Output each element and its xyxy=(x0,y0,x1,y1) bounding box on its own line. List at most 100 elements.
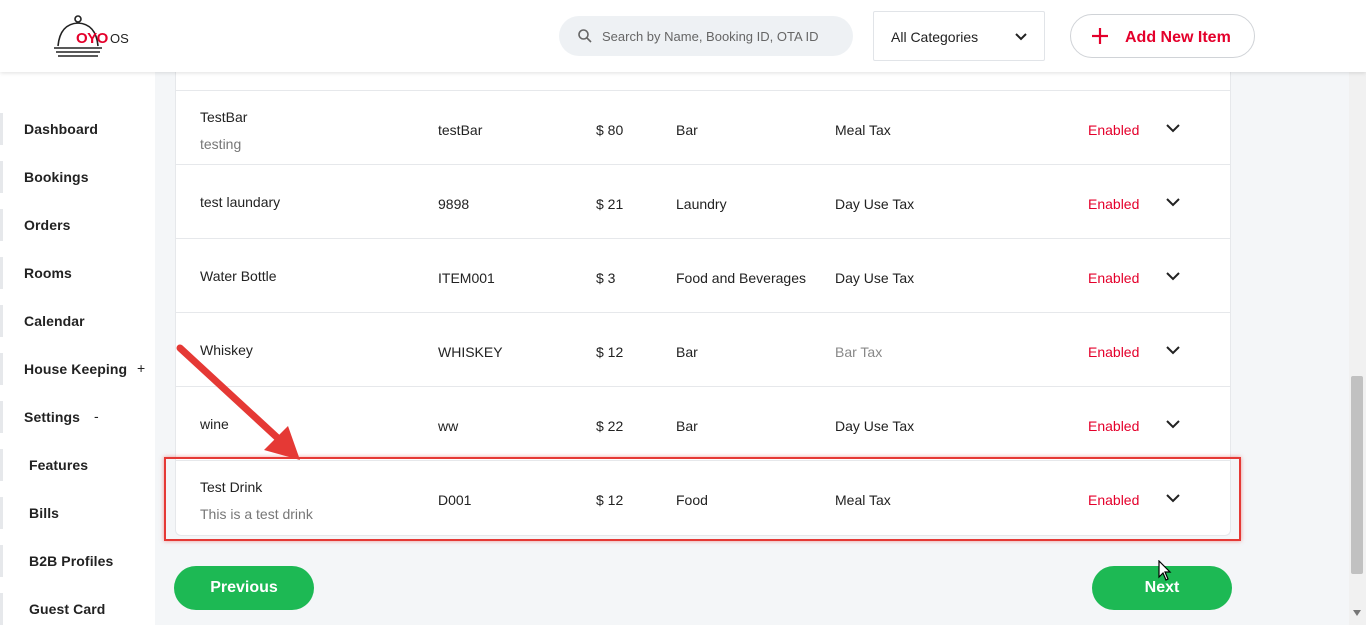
nav-marker xyxy=(0,161,3,193)
item-price: $ 12 xyxy=(596,492,624,508)
item-name: Whiskey xyxy=(200,342,253,358)
logo-suffix: OS xyxy=(110,31,129,46)
search-input[interactable] xyxy=(602,16,842,56)
item-price: $ 3 xyxy=(596,270,616,286)
nav-marker xyxy=(0,305,3,337)
sidebar-item-b2b-profiles[interactable]: B2B Profiles xyxy=(0,541,155,581)
sidebar: Dashboard Bookings Orders Rooms Calendar… xyxy=(0,72,155,625)
chevron-down-icon[interactable] xyxy=(1166,121,1180,135)
nav-marker xyxy=(0,497,3,529)
status-label: Enabled xyxy=(1088,270,1140,286)
sidebar-item-label: Rooms xyxy=(24,265,72,281)
item-name: Test Drink xyxy=(200,479,263,495)
item-tax: Day Use Tax xyxy=(835,418,915,434)
sidebar-item-settings[interactable]: Settings - xyxy=(0,397,155,437)
table-row[interactable]: Test Drink This is a test drink D001 $ 1… xyxy=(176,460,1230,534)
nav-marker xyxy=(0,209,3,241)
mouse-pointer-icon xyxy=(1158,560,1172,581)
nav-marker xyxy=(0,353,3,385)
item-category: Bar xyxy=(676,418,698,434)
sidebar-item-label: B2B Profiles xyxy=(29,553,114,569)
table-row[interactable]: TestBar testing testBar $ 80 Bar Meal Ta… xyxy=(176,90,1230,164)
item-tax: Meal Tax xyxy=(835,122,891,138)
scroll-down-arrow-icon[interactable] xyxy=(1353,610,1361,616)
item-price: $ 21 xyxy=(596,196,624,212)
item-code: D001 xyxy=(438,492,472,508)
vertical-scrollbar[interactable] xyxy=(1349,72,1366,625)
chevron-down-icon[interactable] xyxy=(1166,195,1180,209)
item-category: Bar xyxy=(676,122,698,138)
items-table: TestBar testing testBar $ 80 Bar Meal Ta… xyxy=(175,72,1231,536)
sidebar-item-label: Guest Card xyxy=(29,601,106,617)
status-label: Enabled xyxy=(1088,344,1140,360)
search-box[interactable] xyxy=(559,16,853,56)
sidebar-item-features[interactable]: Features xyxy=(0,445,155,485)
item-description: This is a test drink xyxy=(200,506,313,522)
chevron-down-icon[interactable] xyxy=(1166,491,1180,505)
item-name: Water Bottle xyxy=(200,268,277,284)
item-name: TestBar xyxy=(200,109,248,125)
table-row[interactable]: Whiskey WHISKEY $ 12 Bar Bar Tax Enabled xyxy=(176,312,1230,386)
sidebar-item-orders[interactable]: Orders xyxy=(0,205,155,245)
item-tax: Day Use Tax xyxy=(835,196,915,212)
sidebar-item-bills[interactable]: Bills xyxy=(0,493,155,533)
sidebar-item-label: Bookings xyxy=(24,169,89,185)
chevron-down-icon[interactable] xyxy=(1166,269,1180,283)
sidebar-item-label: Orders xyxy=(24,217,71,233)
item-code: ITEM001 xyxy=(438,270,495,286)
sidebar-item-guest-card[interactable]: Guest Card xyxy=(0,589,155,625)
item-price: $ 22 xyxy=(596,418,624,434)
sidebar-item-label: Features xyxy=(29,457,89,473)
previous-button[interactable]: Previous xyxy=(174,566,314,610)
sidebar-item-house-keeping[interactable]: House Keeping + xyxy=(0,349,155,389)
add-new-item-label: Add New Item xyxy=(1125,29,1231,46)
category-selected-label: All Categories xyxy=(891,29,979,45)
sidebar-item-rooms[interactable]: Rooms xyxy=(0,253,155,293)
nav-marker xyxy=(0,449,3,481)
add-new-item-button[interactable]: Add New Item xyxy=(1070,14,1255,58)
item-price: $ 80 xyxy=(596,122,624,138)
sidebar-item-label: Calendar xyxy=(24,313,85,329)
table-row[interactable]: Water Bottle ITEM001 $ 3 Food and Bevera… xyxy=(176,238,1230,312)
item-category: Food xyxy=(676,492,708,508)
sidebar-item-label: House Keeping xyxy=(24,361,128,377)
category-select[interactable]: All Categories xyxy=(873,11,1045,61)
item-tax: Day Use Tax xyxy=(835,270,915,286)
nav-marker xyxy=(0,113,3,145)
item-tax: Meal Tax xyxy=(835,492,891,508)
sidebar-item-label: Settings xyxy=(24,409,81,425)
status-label: Enabled xyxy=(1088,196,1140,212)
sidebar-item-dashboard[interactable]: Dashboard xyxy=(0,109,155,149)
chevron-down-icon[interactable] xyxy=(1166,417,1180,431)
item-category: Bar xyxy=(676,344,698,360)
sidebar-item-label: Dashboard xyxy=(24,121,99,137)
sidebar-item-label: Bills xyxy=(29,505,60,521)
oyo-os-logo[interactable]: OYO OS xyxy=(54,14,134,58)
nav-marker xyxy=(0,593,3,625)
item-category: Food and Beverages xyxy=(676,270,806,286)
chevron-down-icon[interactable] xyxy=(1166,343,1180,357)
nav-marker xyxy=(0,545,3,577)
logo-wordmark: OYO xyxy=(76,30,108,47)
item-name: test laundary xyxy=(200,194,281,210)
scrollbar-thumb[interactable] xyxy=(1351,376,1363,574)
expand-plus-icon[interactable]: + xyxy=(137,360,145,376)
chevron-down-icon xyxy=(1015,33,1027,41)
item-description: testing xyxy=(200,136,242,152)
plus-icon xyxy=(1092,28,1108,44)
item-code: WHISKEY xyxy=(438,344,503,360)
item-name: wine xyxy=(200,416,229,432)
top-header: OYO OS All Categories Add New Item xyxy=(0,0,1366,72)
sidebar-item-calendar[interactable]: Calendar xyxy=(0,301,155,341)
status-label: Enabled xyxy=(1088,122,1140,138)
collapse-minus-icon[interactable]: - xyxy=(94,408,99,424)
search-icon xyxy=(578,29,592,43)
item-category: Laundry xyxy=(676,196,727,212)
table-row[interactable]: test laundary 9898 $ 21 Laundry Day Use … xyxy=(176,164,1230,238)
status-label: Enabled xyxy=(1088,492,1140,508)
table-row[interactable]: wine ww $ 22 Bar Day Use Tax Enabled xyxy=(176,386,1230,460)
item-code: testBar xyxy=(438,122,483,138)
sidebar-item-bookings[interactable]: Bookings xyxy=(0,157,155,197)
item-code: ww xyxy=(438,418,459,434)
item-price: $ 12 xyxy=(596,344,624,360)
